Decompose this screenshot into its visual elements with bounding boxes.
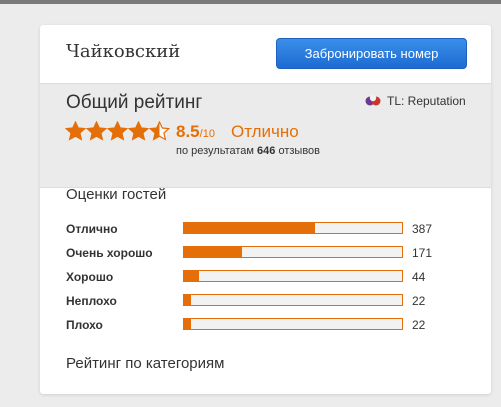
rating-row-label: Хорошо [66, 270, 114, 284]
star-full-icon [86, 121, 107, 141]
rating-row-bar [183, 246, 403, 258]
rating-row-bar [183, 222, 403, 234]
rating-row: Отлично 387 [66, 222, 466, 236]
star-half-icon [149, 121, 170, 141]
rating-row-bar-fill [184, 247, 242, 257]
reviews-count: 646 [257, 145, 276, 157]
score-denominator: /10 [199, 128, 215, 140]
rating-row: Очень хорошо 171 [66, 246, 466, 260]
score-word: Отлично [231, 122, 299, 141]
reviews-suffix: отзывов [278, 145, 321, 157]
card-header: Чайковский Забронировать номер [40, 25, 491, 83]
hotel-name: Чайковский [66, 41, 181, 62]
star-rating [65, 121, 170, 141]
book-room-button[interactable]: Забронировать номер [276, 38, 467, 69]
star-full-icon [128, 121, 149, 141]
score-number: 8.5 [176, 122, 200, 141]
reputation-provider-label: TL: Reputation [387, 94, 466, 108]
rating-row: Плохо 22 [66, 318, 466, 332]
rating-row-bar-fill [184, 295, 192, 305]
rating-row-label: Очень хорошо [66, 246, 153, 260]
rating-row-bar-fill [184, 319, 192, 329]
tl-reputation-logo-icon [365, 94, 381, 106]
star-full-icon [107, 121, 128, 141]
reputation-provider: TL: Reputation [365, 94, 466, 108]
rating-row-bar-fill [184, 271, 199, 281]
hotel-rating-card: Чайковский Забронировать номер Общий рей… [40, 25, 491, 394]
top-divider [0, 0, 501, 4]
rating-row-label: Неплохо [66, 294, 117, 308]
rating-row-count: 171 [412, 246, 433, 260]
rating-row-count: 44 [412, 270, 426, 284]
rating-row-bar [183, 318, 403, 330]
rating-row: Неплохо 22 [66, 294, 466, 308]
rating-row-count: 387 [412, 222, 433, 236]
rating-row-count: 22 [412, 318, 426, 332]
rating-row-label: Отлично [66, 222, 118, 236]
rating-row-bar [183, 270, 403, 282]
reviews-count-line: по результатам 646 отзывов [176, 145, 320, 157]
rating-row-label: Плохо [66, 318, 103, 332]
rating-row-bar [183, 294, 403, 306]
score-value: 8.5/10 [176, 122, 215, 142]
category-ratings-link[interactable]: Рейтинг по категориям [66, 355, 224, 372]
overall-rating-title: Общий рейтинг [66, 92, 203, 113]
rating-row-bar-fill [184, 223, 315, 233]
rating-row-count: 22 [412, 294, 426, 308]
reviews-prefix: по результатам [176, 145, 254, 157]
star-full-icon [65, 121, 86, 141]
rating-row: Хорошо 44 [66, 270, 466, 284]
guest-ratings-title: Оценки гостей [66, 186, 167, 203]
overall-rating-box: Общий рейтинг TL: Reputation 8.5/10 Отли… [40, 83, 491, 188]
